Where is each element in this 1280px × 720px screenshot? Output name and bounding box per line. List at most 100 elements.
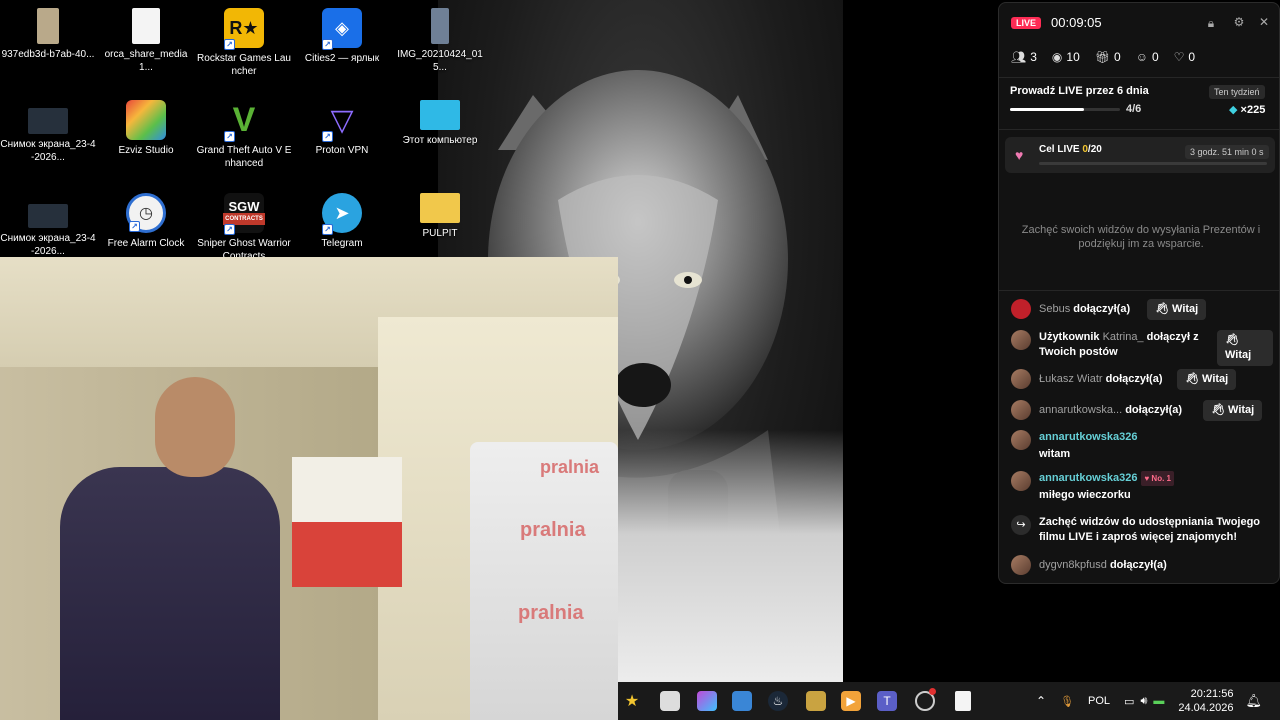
avatar[interactable] <box>1011 330 1031 350</box>
avatar[interactable] <box>1011 400 1031 420</box>
goal-label: Cel LIVE 0/20 <box>1039 144 1102 155</box>
storage-app-icon[interactable] <box>660 691 680 711</box>
microphone-icon[interactable]: 🎙︎ <box>1060 695 1074 708</box>
desktop-icon-file-937edb3d[interactable]: 937edb3d-b7ab-40... <box>0 4 96 61</box>
game-app-icon[interactable] <box>806 691 826 711</box>
desktop-icon-ezviz-studio[interactable]: Ezviz Studio <box>98 96 194 157</box>
feed-user[interactable]: Sebus <box>1039 303 1070 315</box>
live-goal-card[interactable]: ♥ Cel LIVE 0/20 3 godz. 51 min 0 s <box>1005 137 1275 173</box>
divider <box>999 290 1279 291</box>
live-timer: 00:09:05 <box>1051 15 1102 30</box>
avatar[interactable] <box>1011 430 1031 450</box>
welcome-button-label: Witaj <box>1228 404 1255 416</box>
desktop-icon-proton-vpn[interactable]: ▽ ↗ Proton VPN <box>294 96 390 157</box>
bag-text: pralnia <box>518 602 584 624</box>
viewers-stat: 👥︎ 3 <box>1011 50 1037 64</box>
desktop-icon-screenshot-2[interactable]: Снимок экрана_23-4-2026... <box>0 200 96 258</box>
viewers-icon: 👥︎ <box>1011 50 1027 64</box>
settings-icon[interactable]: ⚙ <box>1233 16 1245 28</box>
welcome-button[interactable]: 👋︎ Witaj <box>1203 400 1263 421</box>
desktop-icon-label: Grand Theft Auto V Enhanced <box>196 145 292 169</box>
language-indicator[interactable]: POL <box>1088 695 1110 707</box>
live-badge: LIVE <box>1011 16 1042 29</box>
battery-icon[interactable]: ▬ <box>1153 695 1164 707</box>
desktop-icon-pulpit[interactable]: PULPIT <box>392 189 488 240</box>
welcome-button[interactable]: 👋︎ Witaj <box>1217 330 1273 366</box>
live-stats: 👥︎ 3 ◉ 10 🎁︎ 0 ☺ 0 ♡ 0 <box>1011 50 1210 64</box>
gift-icon: 🎁︎ <box>1094 50 1110 64</box>
desktop-icon-telegram[interactable]: ➤ ↗ Telegram <box>294 189 390 250</box>
desktop-icon-rockstar-launcher[interactable]: R★ ↗ Rockstar Games Launcher <box>196 4 292 78</box>
feed-item: annarutkowska... dołączył(a) 👋︎ Witaj <box>1011 400 1273 421</box>
gifts-stat: 🎁︎ 0 <box>1095 50 1121 64</box>
desktop-icon-label: Этот компьютер <box>402 135 478 146</box>
chevron-up-icon[interactable]: ⌃ <box>1036 694 1046 708</box>
chat-text: witam <box>1039 448 1071 460</box>
clock-date: 24.04.2026 <box>1178 702 1234 714</box>
likes-stat: ♡ 0 <box>1174 50 1195 64</box>
feed-user[interactable]: dygvn8kpfusd <box>1039 559 1107 571</box>
desktop-icon-label: PULPIT <box>422 228 458 239</box>
document-app-icon[interactable] <box>955 691 971 711</box>
ezviz-icon <box>126 100 166 140</box>
share-user-icon: ☺ <box>1135 50 1148 64</box>
wave-icon: 👋︎ <box>1211 404 1225 416</box>
streak-period-badge[interactable]: Ten tydzień <box>1209 85 1265 99</box>
wave-icon: 👋︎ <box>1225 334 1239 346</box>
notification-bell-icon[interactable]: 🔔︎ <box>1245 693 1262 709</box>
welcome-button-label: Witaj <box>1225 349 1252 361</box>
desktop-icon-orca-share-media[interactable]: orca_share_media1... <box>98 4 194 74</box>
desktop-icon-this-pc[interactable]: Этот компьютер <box>392 96 488 147</box>
steam-icon[interactable]: ♨ <box>768 691 788 711</box>
avatar[interactable] <box>1011 299 1031 319</box>
desktop-icon-label: Telegram <box>321 238 363 249</box>
goal-heart-icon: ♥ <box>1015 147 1024 163</box>
live-header: LIVE 00:09:05 <box>1011 15 1102 30</box>
avatar[interactable] <box>1011 369 1031 389</box>
desktop-icon-img-20210424[interactable]: IMG_20210424_015... <box>392 4 488 74</box>
feed-item: Łukasz Wiatr dołączył(a) 👋︎ Witaj <box>1011 369 1273 390</box>
welcome-button[interactable]: 👋︎ Witaj <box>1147 299 1207 320</box>
desktop-icon-cities2[interactable]: ◈ ↗ Cities2 — ярлык <box>294 4 390 65</box>
media-player-icon[interactable]: ▶ <box>841 691 861 711</box>
screenshot-file-icon <box>28 108 68 134</box>
desktop-icon-gta5[interactable]: V ↗ Grand Theft Auto V Enhanced <box>196 96 292 170</box>
photo-app-icon[interactable] <box>697 691 717 711</box>
lock-icon[interactable]: 🔒︎ <box>1205 17 1217 29</box>
goal-time-left: 3 godz. 51 min 0 s <box>1185 145 1269 159</box>
speaker-icon[interactable]: 🔊︎ <box>1140 695 1147 708</box>
feed-user[interactable]: Katrina_ <box>1103 331 1144 343</box>
clock[interactable]: 20:21:56 24.04.2026 <box>1178 687 1233 715</box>
image-file-icon <box>37 8 59 44</box>
chat-user[interactable]: annarutkowska326 <box>1039 472 1137 484</box>
welcome-button-label: Witaj <box>1172 303 1199 315</box>
cities2-icon: ◈ ↗ <box>322 8 362 50</box>
streamer-shirt <box>60 467 280 720</box>
network-icon[interactable]: ▭ <box>1124 695 1134 708</box>
star-app-icon[interactable]: ★ <box>622 691 642 711</box>
chat-text: miłego wieczorku <box>1039 489 1131 501</box>
bag-text: pralnia <box>540 457 600 477</box>
close-icon[interactable]: ✕ <box>1258 16 1270 28</box>
feed-user[interactable]: Łukasz Wiatr <box>1039 373 1103 385</box>
feed-prefix: Użytkownik <box>1039 331 1103 343</box>
feed-user[interactable]: annarutkowska... <box>1039 404 1122 416</box>
welcome-button[interactable]: 👋︎ Witaj <box>1177 369 1237 390</box>
views-stat: ◉ 10 <box>1052 50 1080 64</box>
chat-user[interactable]: annarutkowska326 <box>1039 430 1273 445</box>
desktop-icon-label: 937edb3d-b7ab-40... <box>1 49 95 60</box>
desktop-icon-sniper-ghost-warrior[interactable]: SGW CONTRACTS ↗ Sniper Ghost Warrior Con… <box>196 189 292 263</box>
feed-action: dołączył(a) <box>1070 303 1131 315</box>
desktop-icon-screenshot-1[interactable]: Снимок экрана_23-4-2026... <box>0 104 96 164</box>
streak-reward-value: ×225 <box>1240 104 1266 116</box>
divider <box>999 77 1279 78</box>
taskbar: ★ ♨ ▶ T ⌃ 🎙︎ POL ▭ 🔊︎ ▬ 20:21:56 24.04.2… <box>618 682 1280 720</box>
desktop-icon-free-alarm-clock[interactable]: ◷ ↗ Free Alarm Clock <box>98 189 194 250</box>
wave-icon: 👋︎ <box>1155 303 1169 315</box>
teams-icon[interactable]: T <box>877 691 897 711</box>
desktop-icon-label: Снимок экрана_23-4-2026... <box>0 139 96 163</box>
proton-vpn-icon: ▽ ↗ <box>322 100 362 142</box>
gallery-app-icon[interactable] <box>732 691 752 711</box>
avatar[interactable] <box>1011 471 1031 491</box>
avatar[interactable] <box>1011 555 1031 575</box>
